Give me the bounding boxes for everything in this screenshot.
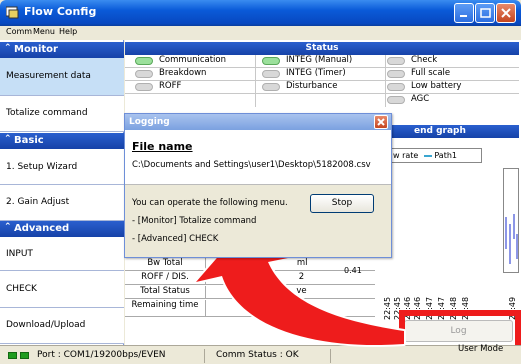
chevron-up-icon: ⌃ bbox=[4, 222, 12, 232]
nav-item-input[interactable]: INPUT bbox=[0, 237, 124, 271]
dialog-close-button[interactable] bbox=[374, 115, 388, 129]
table-row: Remaining time bbox=[125, 299, 375, 317]
y-axis-value: 0.41 bbox=[344, 266, 362, 275]
menu-comm[interactable]: Comm bbox=[6, 27, 32, 36]
time-tick: 22:45 bbox=[383, 296, 392, 320]
dialog-message: You can operate the following menu. bbox=[132, 198, 288, 208]
user-mode-label: User Mode bbox=[458, 344, 504, 354]
led-indicator bbox=[387, 57, 405, 65]
minimize-icon bbox=[460, 15, 467, 17]
chevron-up-icon: ⌃ bbox=[4, 43, 12, 53]
nav-item-measurement-data[interactable]: Measurement data bbox=[0, 58, 124, 96]
led-indicator bbox=[387, 96, 405, 104]
logging-dialog: Logging File name C:\Documents and Setti… bbox=[124, 113, 392, 258]
led-indicator bbox=[135, 83, 153, 91]
sidebar: ⌃ Monitor Measurement data Totalize comm… bbox=[0, 40, 124, 345]
nav-section-monitor[interactable]: ⌃ Monitor bbox=[0, 42, 124, 58]
nav-item-download-upload[interactable]: Download/Upload bbox=[0, 308, 124, 344]
table-row: ROFF / DIS. 2 bbox=[125, 271, 375, 285]
menu-bar: Comm Menu Help bbox=[0, 26, 521, 40]
led-indicator bbox=[135, 70, 153, 78]
nav-section-advanced[interactable]: ⌃ Advanced bbox=[0, 221, 124, 237]
file-name-label: File name bbox=[132, 140, 193, 153]
close-button[interactable] bbox=[496, 3, 516, 23]
port-status: Port : COM1/19200bps/EVEN bbox=[37, 350, 166, 360]
nav-section-basic[interactable]: ⌃ Basic bbox=[0, 133, 124, 149]
title-bar: Flow Config bbox=[0, 0, 521, 26]
status-header: Status bbox=[125, 42, 519, 55]
menu-help[interactable]: Help bbox=[59, 27, 77, 36]
chart-legend: w rate Path1 bbox=[382, 148, 482, 163]
maximize-button[interactable] bbox=[475, 3, 495, 23]
dialog-message: - [Advanced] CHECK bbox=[132, 234, 219, 244]
app-icon bbox=[6, 6, 19, 19]
legend-line bbox=[424, 154, 433, 157]
dialog-message: - [Monitor] Totalize command bbox=[132, 216, 257, 226]
table-row: Bw Total 0 ml bbox=[125, 257, 375, 271]
trend-graph-header: end graph bbox=[390, 125, 519, 138]
status-bar: Port : COM1/19200bps/EVEN Comm Status : … bbox=[0, 345, 521, 364]
table-row: Total Status ve bbox=[125, 285, 375, 299]
stop-button[interactable]: Stop bbox=[310, 194, 374, 213]
nav-item-check[interactable]: CHECK bbox=[0, 271, 124, 308]
nav-item-totalize-command[interactable]: Totalize command bbox=[0, 96, 124, 132]
dialog-file-section: File name C:\Documents and Settings\user… bbox=[125, 130, 391, 185]
led-indicator bbox=[387, 70, 405, 78]
file-path: C:\Documents and Settings\user1\Desktop\… bbox=[132, 160, 371, 170]
trend-plot bbox=[505, 214, 518, 264]
dialog-title: Logging bbox=[125, 114, 391, 130]
close-icon bbox=[377, 118, 385, 126]
nav-item-gain-adjust[interactable]: 2. Gain Adjust bbox=[0, 185, 124, 221]
maximize-icon bbox=[480, 8, 491, 18]
chevron-up-icon: ⌃ bbox=[4, 134, 12, 144]
led-indicator bbox=[135, 57, 153, 65]
led-indicator bbox=[387, 83, 405, 91]
close-icon bbox=[501, 8, 511, 18]
trend-plot-area bbox=[503, 168, 519, 273]
led-indicator bbox=[262, 57, 280, 65]
connection-led-icon bbox=[8, 352, 17, 359]
nav-item-setup-wizard[interactable]: 1. Setup Wizard bbox=[0, 149, 124, 185]
comm-status: Comm Status : OK bbox=[216, 350, 299, 360]
led-indicator bbox=[262, 83, 280, 91]
menu-menu[interactable]: Menu bbox=[33, 27, 55, 36]
window-title: Flow Config bbox=[24, 5, 97, 18]
connection-led-icon bbox=[20, 352, 29, 359]
minimize-button[interactable] bbox=[454, 3, 474, 23]
led-indicator bbox=[262, 70, 280, 78]
